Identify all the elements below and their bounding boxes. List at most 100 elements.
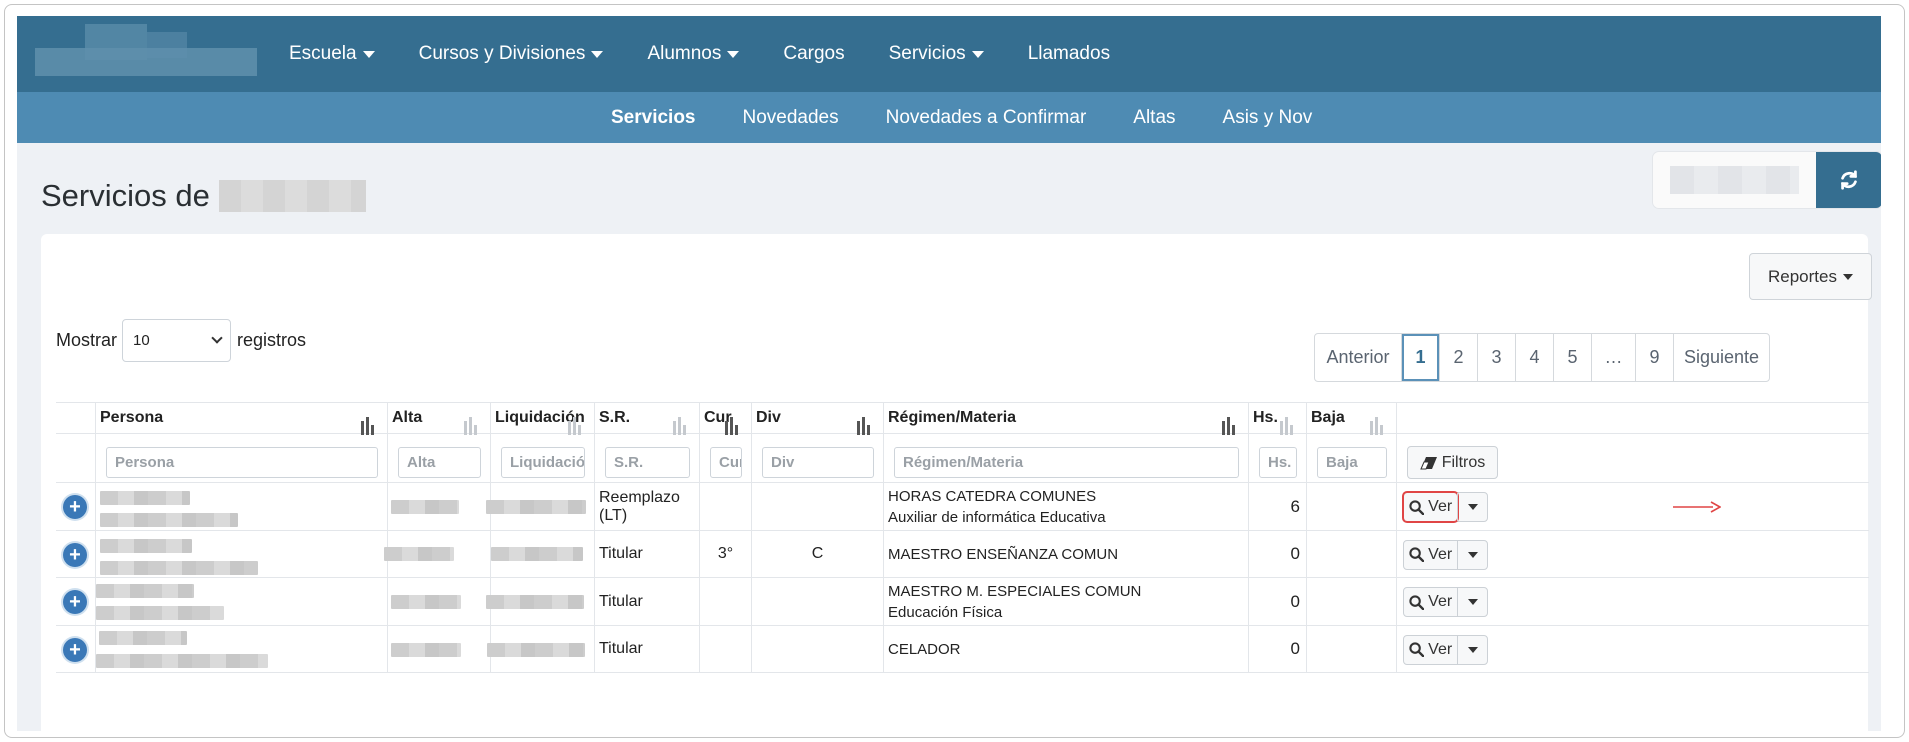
- ver-dropdown-toggle[interactable]: [1457, 540, 1487, 569]
- pagination-prev[interactable]: Anterior: [1315, 334, 1401, 381]
- ver-button[interactable]: Ver: [1404, 588, 1457, 616]
- ver-dropdown-toggle[interactable]: [1457, 588, 1487, 616]
- ver-button-group: Ver: [1403, 492, 1488, 522]
- column-header-regimen-materia[interactable]: Régimen/Materia: [883, 403, 1248, 435]
- pagination-page-3[interactable]: 3: [1477, 334, 1515, 381]
- ver-dropdown-toggle[interactable]: [1457, 635, 1487, 664]
- chevron-down-icon: [211, 332, 223, 344]
- subnav-item-novedades-a-confirmar[interactable]: Novedades a Confirmar: [886, 107, 1087, 129]
- column-header-alta[interactable]: Alta: [387, 403, 490, 435]
- cell: [56, 403, 95, 433]
- ver-button[interactable]: Ver: [1404, 493, 1457, 521]
- regimen-value: MAESTRO M. ESPECIALES COMUN: [888, 582, 1142, 600]
- nav-item-cargos[interactable]: Cargos: [783, 43, 844, 65]
- pagination-next[interactable]: Siguiente: [1673, 334, 1769, 381]
- caret-down-icon: [1467, 646, 1478, 653]
- table-row: + Reemplazo (LT) HORAS CATEDRA COMUNES Auxi…: [56, 483, 1869, 531]
- nav-item-label: Cursos y Divisiones: [418, 43, 586, 64]
- column-header-hs[interactable]: Hs.: [1248, 403, 1306, 435]
- cell: [1306, 483, 1396, 530]
- caret-down-icon: [591, 50, 604, 58]
- cell: [384, 531, 490, 577]
- cell: [387, 434, 490, 482]
- hs-value: 6: [1290, 496, 1300, 516]
- length-prefix: Mostrar: [56, 330, 118, 350]
- expand-row-icon[interactable]: +: [63, 495, 87, 519]
- column-header-cur[interactable]: Cur: [699, 403, 751, 435]
- regimen-value: MAESTRO ENSEÑANZA COMUN: [888, 545, 1119, 563]
- sr-value: Titular: [599, 592, 643, 610]
- cell: Ver: [1396, 626, 1543, 672]
- refresh-button[interactable]: [1816, 152, 1881, 208]
- sort-icon: [464, 415, 482, 435]
- caret-down-icon: [1842, 273, 1853, 280]
- column-header-label: Persona: [100, 409, 164, 426]
- filter-s-r-input[interactable]: [605, 447, 690, 478]
- sort-icon: [1370, 415, 1388, 435]
- sort-icon: [361, 415, 379, 435]
- eraser-icon: [1419, 456, 1437, 469]
- ver-dropdown-toggle[interactable]: [1457, 493, 1487, 521]
- redacted-person: [99, 631, 187, 645]
- subnav-item-servicios[interactable]: Servicios: [611, 107, 696, 129]
- filter-cur-input[interactable]: [710, 447, 742, 478]
- subnav-item-novedades[interactable]: Novedades: [743, 107, 839, 129]
- redacted-liquidacion: [487, 643, 585, 657]
- cell: [387, 578, 490, 625]
- page-title: Servicios de: [41, 178, 366, 214]
- main-menu: Escuela Cursos y Divisiones Alumnos Cargos S…: [289, 16, 1154, 92]
- column-header-baja[interactable]: Baja: [1306, 403, 1396, 435]
- filter-hs-input[interactable]: [1259, 447, 1297, 478]
- sr-value: Titular: [599, 640, 643, 657]
- sub-menu: Servicios Novedades Novedades a Confirmar A…: [611, 92, 1359, 143]
- column-header-label: Alta: [392, 409, 423, 426]
- filter-regimen-materia-input[interactable]: [894, 447, 1239, 478]
- column-header-liquidacion[interactable]: Liquidación: [490, 403, 594, 435]
- pagination-page-9[interactable]: 9: [1635, 334, 1673, 381]
- nav-item-escuela[interactable]: Escuela: [289, 43, 375, 65]
- filter-baja-input[interactable]: [1317, 447, 1387, 478]
- filter-persona-input[interactable]: [106, 447, 378, 478]
- cell: [883, 434, 1248, 482]
- subnav-item-asis-y-nov[interactable]: Asis y Nov: [1223, 107, 1313, 129]
- nav-item-llamados[interactable]: Llamados: [1028, 43, 1110, 65]
- column-header-label: Régimen/Materia: [888, 409, 1017, 426]
- pagination-page-1[interactable]: 1: [1401, 334, 1439, 381]
- ver-button[interactable]: Ver: [1404, 636, 1457, 664]
- sort-icon: [1222, 415, 1240, 435]
- redacted-alta: [391, 595, 461, 609]
- cell: Titular: [594, 531, 699, 577]
- cell: [486, 578, 594, 625]
- expand-row-icon[interactable]: +: [63, 637, 87, 662]
- length-value: 10: [133, 332, 150, 349]
- ver-button[interactable]: Ver: [1404, 541, 1457, 569]
- cell: MAESTRO M. ESPECIALES COMUN Educación Fís…: [883, 578, 1248, 625]
- nav-item-alumnos[interactable]: Alumnos: [647, 43, 740, 65]
- expand-row-icon[interactable]: +: [63, 590, 87, 614]
- column-header-s-r[interactable]: S.R.: [594, 403, 699, 435]
- reportes-button[interactable]: Reportes: [1749, 253, 1872, 300]
- pagination-page-2[interactable]: 2: [1439, 334, 1477, 381]
- pagination-page-5[interactable]: 5: [1553, 334, 1591, 381]
- pagination-page-4[interactable]: 4: [1515, 334, 1553, 381]
- filter-div-input[interactable]: [762, 447, 874, 478]
- cell: C: [751, 531, 883, 577]
- length-select[interactable]: 10: [122, 319, 232, 362]
- filter-alta-input[interactable]: [398, 447, 481, 478]
- subnav-item-altas[interactable]: Altas: [1133, 107, 1175, 129]
- caret-down-icon: [971, 50, 984, 58]
- redacted-selector[interactable]: [1653, 152, 1816, 208]
- redacted-liquidacion: [486, 500, 586, 514]
- search-icon: [1409, 499, 1425, 515]
- sort-icon: [568, 415, 586, 435]
- column-header-persona[interactable]: Persona: [95, 403, 387, 435]
- app-window: Escuela Cursos y Divisiones Alumnos Cargos S…: [17, 16, 1881, 731]
- filtros-button[interactable]: Filtros: [1407, 446, 1498, 479]
- ver-label: Ver: [1428, 498, 1453, 515]
- nav-item-cursos-y-divisiones[interactable]: Cursos y Divisiones: [419, 43, 604, 65]
- redacted-school-name: [218, 180, 366, 212]
- column-header-div[interactable]: Div: [751, 403, 883, 435]
- filter-liquidacion-input[interactable]: [501, 447, 585, 478]
- expand-row-icon[interactable]: +: [63, 542, 87, 567]
- nav-item-servicios[interactable]: Servicios: [889, 43, 984, 65]
